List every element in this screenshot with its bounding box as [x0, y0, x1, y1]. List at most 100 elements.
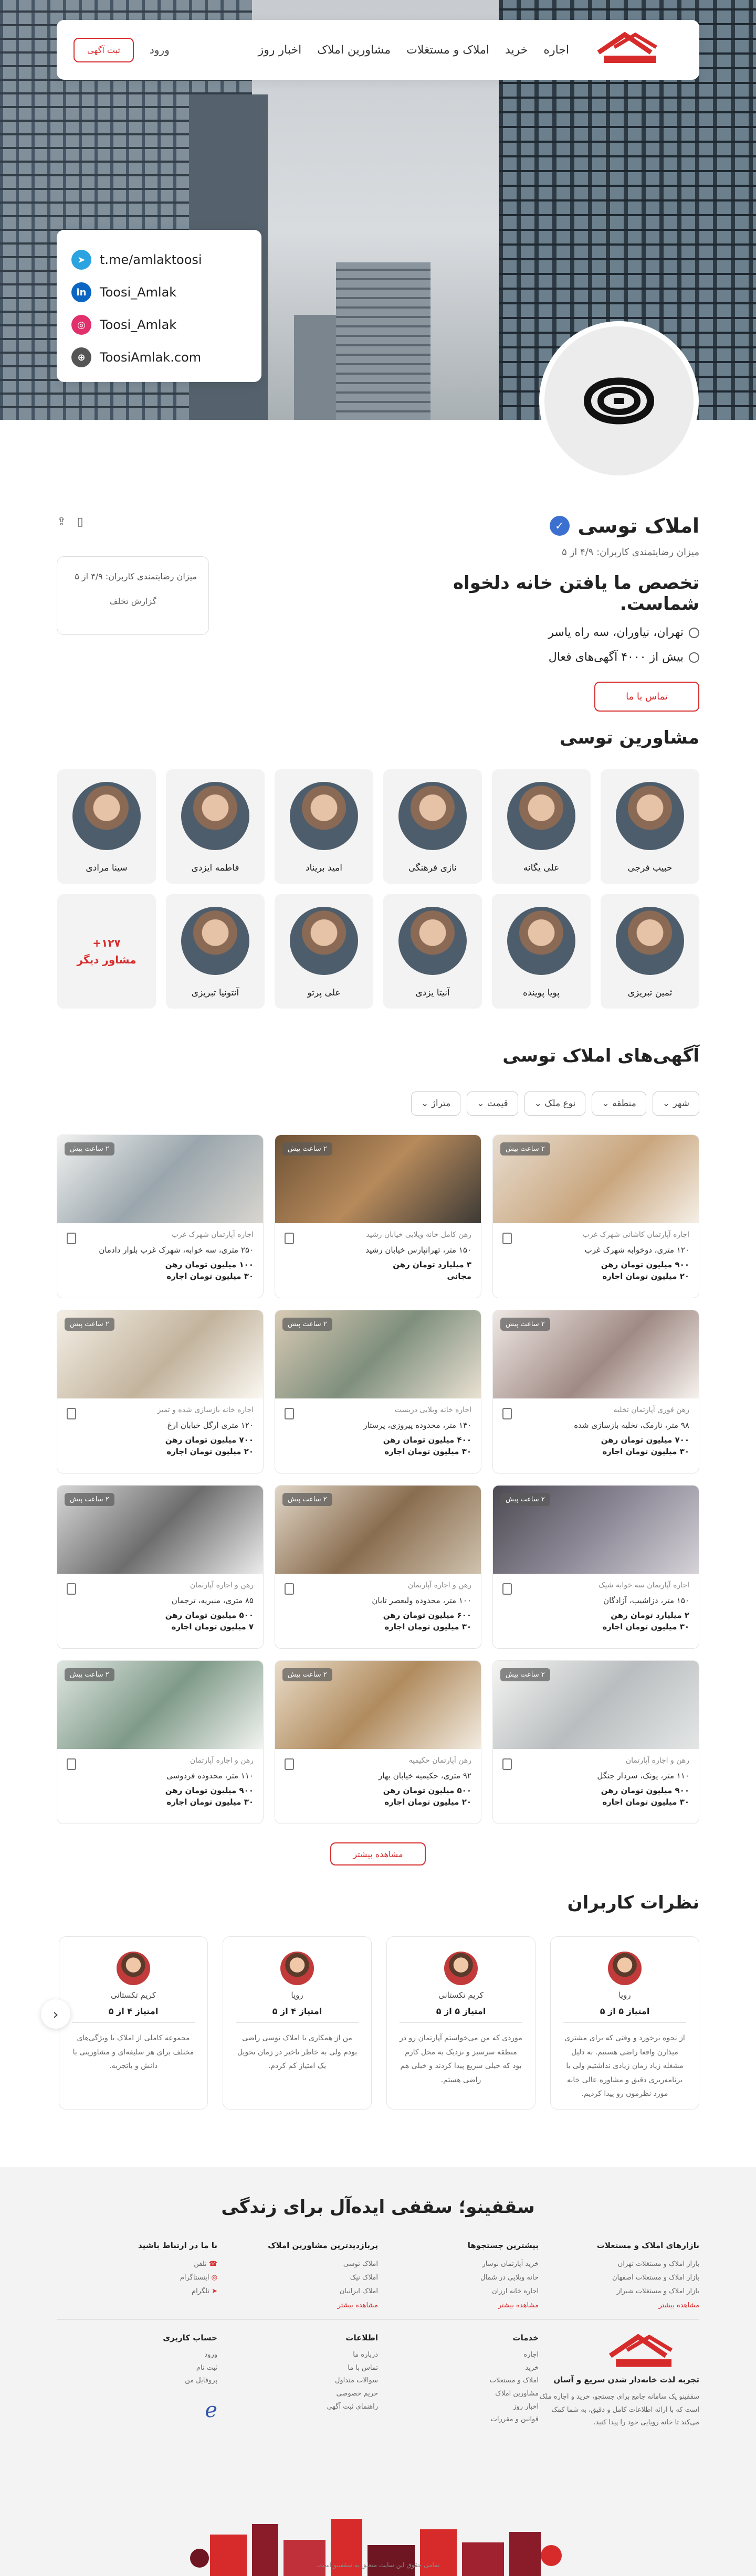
reviewer-name: رویا — [618, 1990, 631, 2000]
consultant-name: فاطمه ایزدی — [191, 863, 239, 873]
footer-more-link[interactable]: مشاهده بیشتر — [228, 2302, 378, 2309]
bookmark-icon[interactable] — [67, 1583, 76, 1595]
consultant-card[interactable]: علی پرتو — [275, 894, 373, 1009]
footer-link[interactable]: بازار املاک و مستغلات شیراز — [549, 2285, 699, 2298]
phone-link[interactable]: ☎ تلفن — [67, 2257, 217, 2271]
footer-heading: بازارهای املاک و مستغلات — [596, 2241, 699, 2250]
footer-link[interactable]: مشاورین املاک — [378, 2388, 539, 2401]
consultant-card[interactable]: آنیتا یزدی — [383, 894, 482, 1009]
filter-price[interactable]: قیمت ⌄ — [467, 1091, 518, 1116]
nav-agents[interactable]: مشاورین املاک — [317, 44, 391, 57]
bookmark-icon[interactable] — [502, 1408, 512, 1419]
filter-city[interactable]: شهر ⌄ — [652, 1091, 699, 1116]
nav-rent[interactable]: اجاره — [543, 44, 569, 57]
contact-button[interactable]: تماس با ما — [594, 682, 699, 712]
footer-link[interactable]: اخبار روز — [378, 2401, 539, 2414]
nav-news[interactable]: اخبار روز — [258, 44, 302, 57]
consultant-card[interactable]: فاطمه ایزدی — [166, 769, 265, 884]
footer-link[interactable]: املاک و مستغلات — [378, 2374, 539, 2388]
consultant-card[interactable]: نازی فرهنگی — [383, 769, 482, 884]
website-link[interactable]: ⊕ ToosiAmlak.com — [71, 341, 247, 374]
trust-badge-icon[interactable]: ℯ — [57, 2398, 217, 2422]
listing-card[interactable]: ۲ ساعت پیش اجاره آپارتمان شهرک غرب ۲۵۰ متر… — [57, 1135, 264, 1298]
footer-link[interactable]: خانه ویلایی در شمال — [388, 2271, 539, 2285]
footer-link[interactable]: بازار املاک و مستغلات اصفهان — [549, 2271, 699, 2285]
footer-link[interactable]: قوانین و مقررات — [378, 2413, 539, 2426]
consultant-card[interactable]: آنتونیا تبریزی — [166, 894, 265, 1009]
bookmark-icon[interactable] — [285, 1583, 294, 1595]
telegram-link[interactable]: ➤ تلگرام — [67, 2285, 217, 2298]
footer-link[interactable]: اجاره — [378, 2349, 539, 2362]
footer-link[interactable]: ثبت نام — [57, 2362, 217, 2375]
listing-card[interactable]: ۲ ساعت پیش رهن کامل خانه ویلایی خیابان رش… — [275, 1135, 481, 1298]
report-link[interactable]: گزارش تخلف — [69, 596, 197, 606]
listing-card[interactable]: ۲ ساعت پیش رهن و اجاره آپارتمان ۸۵ متری، م… — [57, 1485, 264, 1649]
bookmark-icon[interactable] — [67, 1408, 76, 1419]
footer-link[interactable]: درباره ما — [217, 2349, 378, 2362]
bookmark-icon[interactable] — [502, 1758, 512, 1770]
listing-photo: ۲ ساعت پیش — [275, 1661, 481, 1749]
footer-link[interactable]: خرید آپارتمان نوساز — [388, 2257, 539, 2271]
footer-link[interactable]: بازار املاک و مستغلات تهران — [549, 2257, 699, 2271]
footer-link[interactable]: ورود — [57, 2349, 217, 2362]
footer-link[interactable]: املاک نیک — [228, 2271, 378, 2285]
filter-region[interactable]: منطقه ⌄ — [592, 1091, 646, 1116]
listing-card[interactable]: ۲ ساعت پیش اجاره آپارتمان کاشانی شهرک غرب… — [492, 1135, 699, 1298]
bookmark-icon[interactable] — [285, 1758, 294, 1770]
nav-buy[interactable]: خرید — [505, 44, 528, 57]
footer-link[interactable]: خرید — [378, 2362, 539, 2375]
filter-area[interactable]: متراژ ⌄ — [411, 1091, 461, 1116]
share-icon[interactable]: ⇪ — [57, 515, 66, 528]
show-more-button[interactable]: مشاهده بیشتر — [330, 1842, 426, 1865]
listing-card[interactable]: ۲ ساعت پیش رهن و اجاره آپارتمان ۱۱۰ متر، پ… — [492, 1660, 699, 1824]
footer-link[interactable]: سوالات متداول — [217, 2374, 378, 2388]
consultant-card[interactable]: سینا مرادی — [57, 769, 156, 884]
consultant-card[interactable]: حبیب فرجی — [601, 769, 699, 884]
listing-card[interactable]: ۲ ساعت پیش اجاره آپارتمان سه خوابه شیک ۱۵۰… — [492, 1485, 699, 1649]
footer-link[interactable]: راهنمای ثبت آگهی — [217, 2401, 378, 2414]
post-ad-button[interactable]: ثبت آگهی — [74, 37, 134, 62]
footer-link[interactable]: اجاره خانه ارزان — [388, 2285, 539, 2298]
bookmark-icon[interactable]: ▯ — [77, 515, 83, 528]
filter-label: منطقه — [612, 1098, 636, 1109]
website-url: ToosiAmlak.com — [100, 350, 202, 365]
listing-card[interactable]: ۲ ساعت پیش رهن آپارتمان حکیمیه ۹۲ متری، حک… — [275, 1660, 481, 1824]
time-badge: ۲ ساعت پیش — [65, 1318, 114, 1331]
instagram-link[interactable]: ◎ Toosi_Amlak — [71, 309, 247, 341]
bookmark-icon[interactable] — [285, 1408, 294, 1419]
listing-card[interactable]: ۲ ساعت پیش رهن و اجاره آپارتمان ۱۰۰ متر، م… — [275, 1485, 481, 1649]
consultant-card[interactable]: امید بریناد — [275, 769, 373, 884]
consultant-card[interactable]: علی یگانه — [492, 769, 591, 884]
bookmark-icon[interactable] — [67, 1758, 76, 1770]
telegram-link[interactable]: ➤ t.me/amlaktoosi — [71, 243, 247, 276]
nav-realestate[interactable]: املاک و مستغلات — [406, 44, 489, 57]
listing-card[interactable]: ۲ ساعت پیش اجاره خانه بازسازی شده و تمیز ۱… — [57, 1310, 264, 1473]
filter-label: شهر — [673, 1098, 689, 1109]
consultant-card[interactable]: ثمین تبریزی — [601, 894, 699, 1009]
login-link[interactable]: ورود — [150, 44, 170, 56]
more-consultants-card[interactable]: ۱۲۷+ مشاور دیگر — [57, 894, 156, 1009]
listing-title: اجاره آپارتمان کاشانی شهرک غرب — [582, 1231, 689, 1239]
bookmark-icon[interactable] — [502, 1583, 512, 1595]
footer-link[interactable]: تماس با ما — [217, 2362, 378, 2375]
listing-card[interactable]: ۲ ساعت پیش رهن فوری آپارتمان تخلیه ۹۸ متر،… — [492, 1310, 699, 1473]
linkedin-link[interactable]: in Toosi_Amlak — [71, 276, 247, 309]
footer-link[interactable]: املاک توسی — [228, 2257, 378, 2271]
carousel-prev-arrow[interactable]: ‹ — [41, 1999, 70, 2029]
listing-card[interactable]: ۲ ساعت پیش اجاره خانه ویلایی دربست ۱۴۰ متر… — [275, 1310, 481, 1473]
consultant-card[interactable]: پویا پوینده — [492, 894, 591, 1009]
bookmark-icon[interactable] — [67, 1233, 76, 1244]
footer-more-link[interactable]: مشاهده بیشتر — [549, 2302, 699, 2309]
instagram-link[interactable]: ◎ اینستاگرام — [67, 2271, 217, 2285]
footer-link[interactable]: پروفایل من — [57, 2374, 217, 2388]
bookmark-icon[interactable] — [285, 1233, 294, 1244]
bookmark-icon[interactable] — [502, 1233, 512, 1244]
filter-type[interactable]: نوع ملک ⌄ — [524, 1091, 586, 1116]
copyright: تمامی حقوق این سایت متعلق به سقفینو است. — [316, 2561, 440, 2569]
site-logo[interactable] — [588, 29, 682, 71]
listing-card[interactable]: ۲ ساعت پیش رهن و اجاره آپارتمان ۱۱۰ متر، م… — [57, 1660, 264, 1824]
footer-link[interactable]: حریم خصوصی — [217, 2388, 378, 2401]
avatar — [398, 907, 467, 975]
footer-more-link[interactable]: مشاهده بیشتر — [388, 2302, 539, 2309]
footer-link[interactable]: املاک ایرانیان — [228, 2285, 378, 2298]
